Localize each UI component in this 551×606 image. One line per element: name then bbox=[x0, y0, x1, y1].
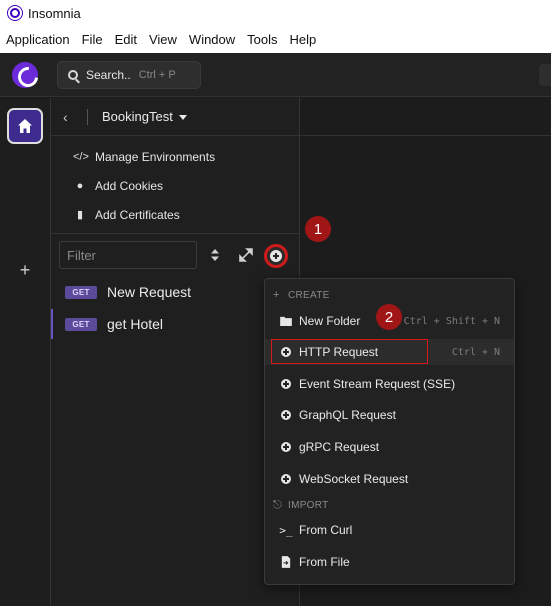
plus-icon: + bbox=[273, 289, 280, 301]
websocket-request-menu-item[interactable]: WebSocket Request bbox=[265, 466, 514, 492]
filter-row bbox=[51, 238, 300, 274]
menu-item-label: gRPC Request bbox=[299, 440, 380, 454]
filter-input[interactable] bbox=[59, 241, 197, 269]
plus-circle-icon bbox=[279, 440, 293, 454]
insomnia-brand-icon[interactable] bbox=[12, 62, 38, 88]
window-title: Insomnia bbox=[28, 5, 81, 21]
left-rail: + bbox=[0, 98, 51, 606]
menu-help[interactable]: Help bbox=[290, 32, 317, 47]
menu-tools[interactable]: Tools bbox=[247, 32, 277, 47]
menu-application[interactable]: Application bbox=[6, 32, 70, 47]
insomnia-logo-icon bbox=[8, 6, 22, 20]
from-file-menu-item[interactable]: From File bbox=[265, 549, 514, 575]
terminal-icon: >_ bbox=[279, 523, 293, 537]
back-chevron-icon[interactable]: ‹ bbox=[63, 109, 87, 125]
import-section-heading: ⎋ IMPORT bbox=[273, 498, 329, 512]
link-label: Add Certificates bbox=[95, 207, 180, 222]
folder-icon bbox=[279, 314, 293, 328]
grpc-request-menu-item[interactable]: gRPC Request bbox=[265, 434, 514, 460]
search-shortcut: Ctrl + P bbox=[138, 69, 176, 81]
method-badge: GET bbox=[65, 317, 97, 331]
menu-window[interactable]: Window bbox=[189, 32, 235, 47]
app-header: Search.. Ctrl + P bbox=[0, 53, 551, 97]
divider bbox=[300, 135, 551, 136]
plus-circle-icon bbox=[270, 250, 282, 262]
menu-bar: Application File Edit View Window Tools … bbox=[0, 26, 551, 53]
file-import-icon bbox=[279, 555, 293, 569]
create-section-heading: + CREATE bbox=[273, 288, 330, 302]
search-button[interactable]: Search.. Ctrl + P bbox=[57, 61, 201, 89]
project-header: ‹ BookingTest bbox=[51, 98, 299, 136]
step-badge-1: 1 bbox=[305, 216, 331, 242]
home-icon bbox=[18, 119, 32, 133]
menu-item-label: From File bbox=[299, 555, 350, 569]
menu-item-shortcut: Ctrl + Shift + N bbox=[403, 315, 500, 327]
window-titlebar: Insomnia bbox=[0, 0, 551, 26]
step-badge-2: 2 bbox=[376, 304, 402, 330]
highlight-box bbox=[271, 339, 428, 364]
request-item[interactable]: GET New Request bbox=[51, 277, 300, 307]
expand-icon[interactable] bbox=[239, 248, 253, 262]
plus-circle-icon bbox=[279, 408, 293, 422]
request-item[interactable]: GET get Hotel bbox=[51, 309, 300, 339]
caret-down-icon[interactable] bbox=[178, 115, 187, 120]
manage-environments-link[interactable]: </> Manage Environments bbox=[51, 142, 299, 171]
method-badge: GET bbox=[65, 285, 97, 299]
section-label: IMPORT bbox=[288, 499, 329, 511]
from-curl-menu-item[interactable]: >_ From Curl bbox=[265, 517, 514, 543]
header-right-control[interactable] bbox=[539, 64, 551, 86]
home-button[interactable] bbox=[7, 108, 43, 144]
graphql-request-menu-item[interactable]: GraphQL Request bbox=[265, 402, 514, 428]
plus-circle-icon bbox=[279, 472, 293, 486]
menu-item-label: GraphQL Request bbox=[299, 408, 396, 422]
link-label: Add Cookies bbox=[95, 178, 164, 193]
divider bbox=[87, 108, 88, 125]
plus-circle-icon bbox=[279, 377, 293, 391]
request-name: New Request bbox=[107, 284, 192, 300]
sort-icon[interactable] bbox=[209, 248, 221, 262]
menu-item-label: WebSocket Request bbox=[299, 472, 409, 486]
menu-file[interactable]: File bbox=[82, 32, 103, 47]
add-icon[interactable]: + bbox=[16, 261, 34, 279]
menu-item-label: New Folder bbox=[299, 314, 361, 328]
link-label: Manage Environments bbox=[95, 149, 216, 164]
create-new-button[interactable] bbox=[264, 244, 288, 268]
menu-view[interactable]: View bbox=[149, 32, 177, 47]
event-stream-menu-item[interactable]: Event Stream Request (SSE) bbox=[265, 371, 514, 397]
request-name: get Hotel bbox=[107, 316, 164, 332]
section-label: CREATE bbox=[288, 289, 330, 301]
menu-item-label: From Curl bbox=[299, 523, 353, 537]
code-icon: </> bbox=[73, 150, 89, 163]
cookie-icon: ● bbox=[76, 179, 84, 192]
certificate-icon: ▮ bbox=[76, 209, 84, 221]
sidebar: ‹ BookingTest </> Manage Environments ● … bbox=[51, 98, 300, 606]
project-name[interactable]: BookingTest bbox=[102, 109, 173, 124]
import-icon: ⎋ bbox=[273, 498, 283, 511]
add-cookies-link[interactable]: ● Add Cookies bbox=[51, 171, 299, 200]
sidebar-links: </> Manage Environments ● Add Cookies ▮ … bbox=[51, 136, 299, 234]
menu-item-shortcut: Ctrl + N bbox=[451, 346, 500, 358]
search-icon bbox=[68, 70, 78, 80]
search-label: Search.. bbox=[86, 68, 131, 82]
menu-edit[interactable]: Edit bbox=[115, 32, 137, 47]
menu-item-label: Event Stream Request (SSE) bbox=[299, 377, 456, 391]
add-certificates-link[interactable]: ▮ Add Certificates bbox=[51, 200, 299, 229]
